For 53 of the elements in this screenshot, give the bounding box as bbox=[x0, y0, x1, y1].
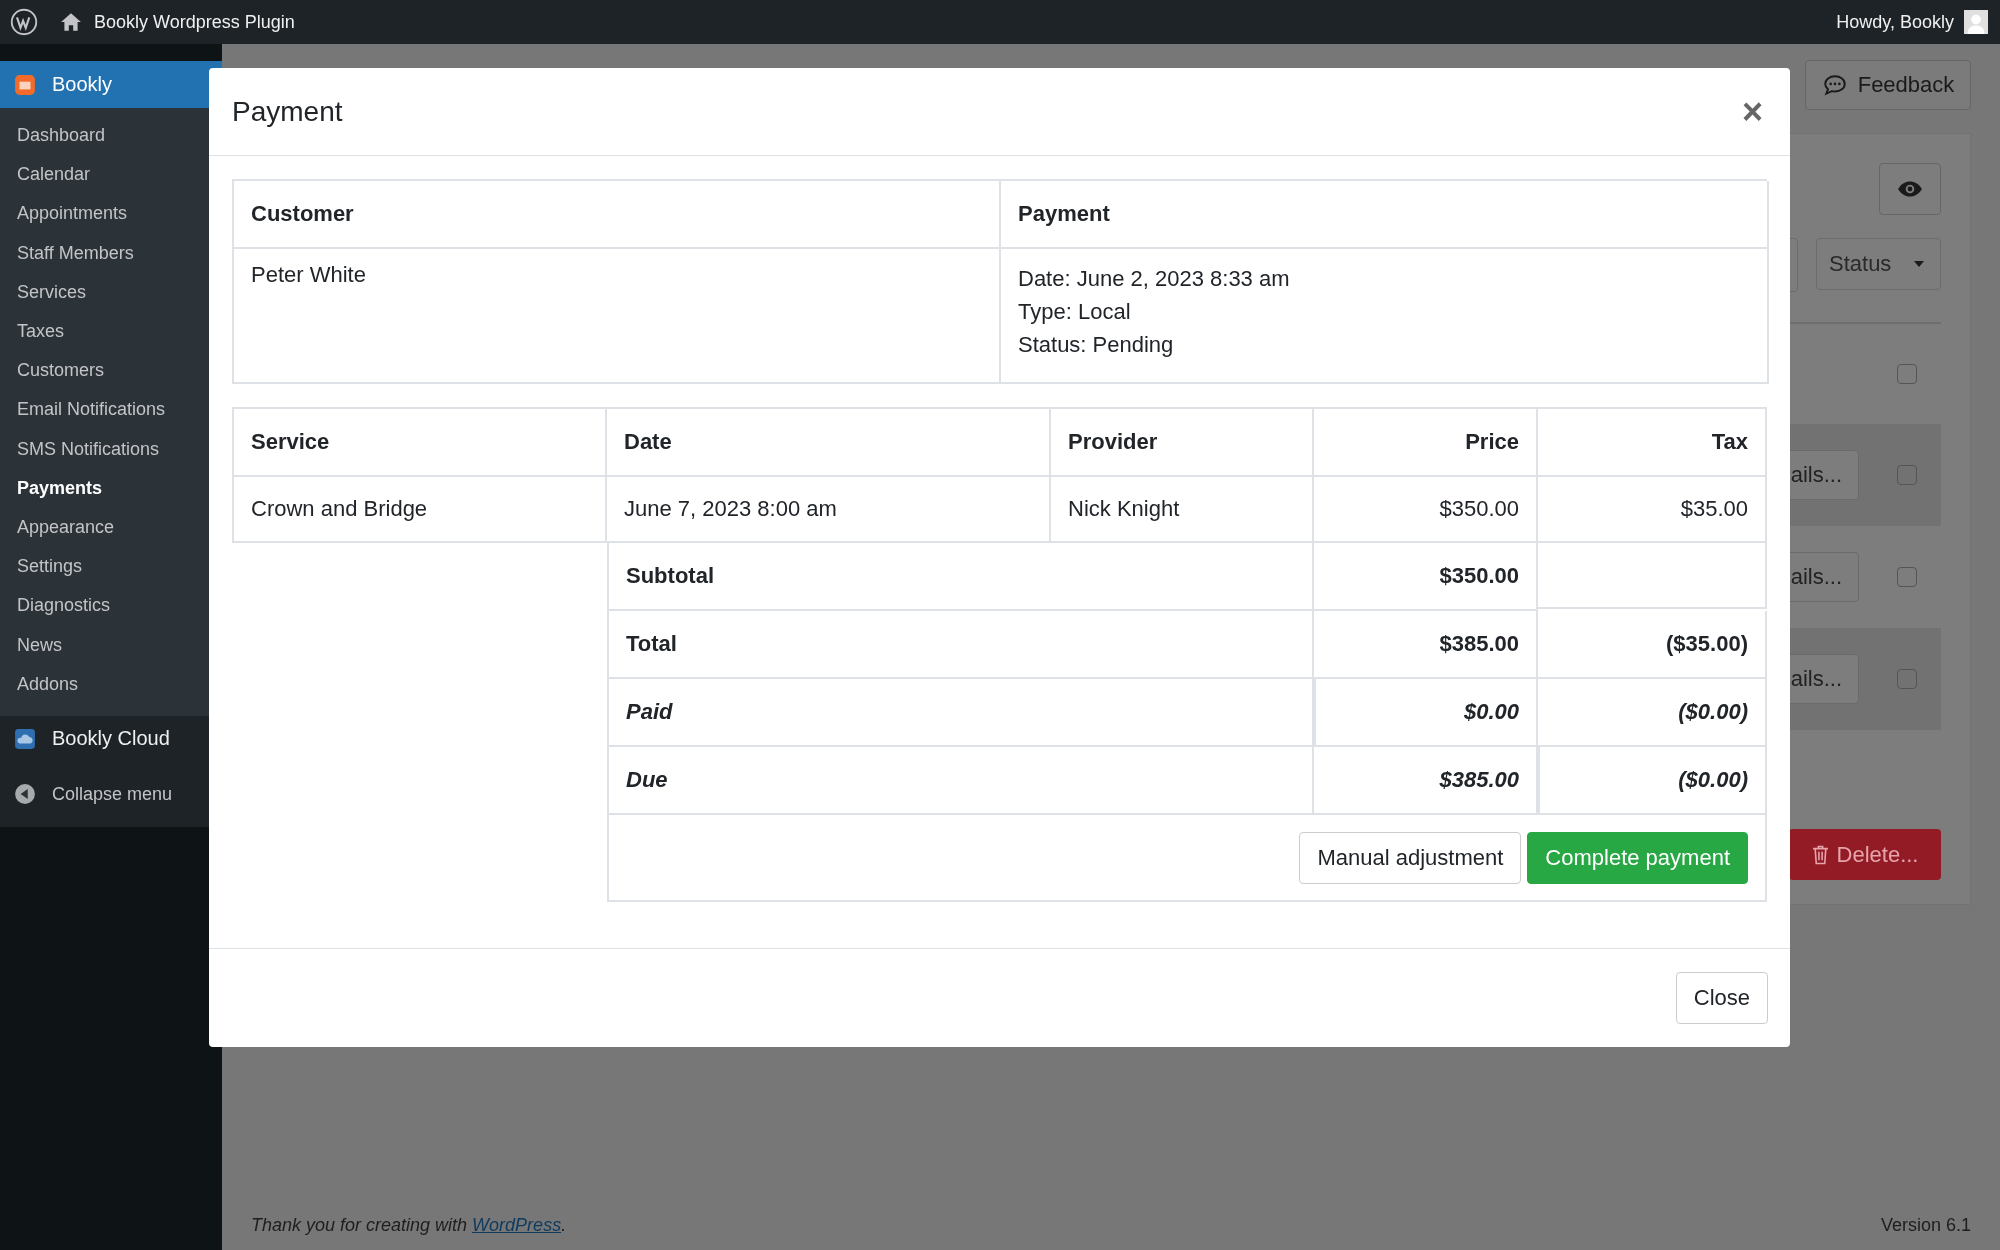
table-cell: $350.00 bbox=[1314, 543, 1538, 611]
table-cell: Paid bbox=[607, 679, 1314, 747]
table-cell: Peter White bbox=[234, 249, 1001, 384]
footer-credit: Thank you for creating with WordPress. bbox=[251, 1215, 567, 1236]
site-name-link[interactable]: Bookly Wordpress Plugin bbox=[94, 11, 295, 33]
table-cell: $385.00 bbox=[1314, 747, 1538, 815]
feedback-button[interactable]: Feedback bbox=[1805, 60, 1971, 110]
wordpress-logo-icon[interactable] bbox=[10, 8, 38, 36]
payment-detail-text: Status: Pending bbox=[1018, 331, 1174, 359]
row-checkbox[interactable] bbox=[1897, 567, 1917, 587]
left-arrow-circle-icon bbox=[14, 783, 36, 806]
avatar-icon[interactable] bbox=[1964, 10, 1988, 34]
table-cell: $0.00 bbox=[1314, 679, 1538, 747]
row-checkbox[interactable] bbox=[1897, 669, 1917, 689]
table-cell: Crown and Bridge bbox=[232, 477, 607, 543]
column-header: Date bbox=[607, 409, 1051, 477]
column-header: Price bbox=[1314, 409, 1538, 477]
table-cell: Total bbox=[607, 611, 1314, 679]
dialog-title: Payment bbox=[232, 95, 343, 128]
chat-bubble-icon bbox=[1821, 72, 1848, 98]
table-cell: ($0.00) bbox=[1538, 747, 1767, 815]
trash-icon bbox=[1811, 844, 1829, 865]
calendar-icon bbox=[14, 73, 36, 96]
greeting-text[interactable]: Howdy, Bookly bbox=[1836, 11, 1954, 33]
close-button[interactable]: × bbox=[1737, 93, 1767, 130]
table-cell: $350.00 bbox=[1314, 477, 1538, 543]
row-checkbox[interactable] bbox=[1897, 465, 1917, 485]
table-cell: Subtotal bbox=[607, 543, 1314, 611]
eye-icon bbox=[1897, 180, 1923, 198]
column-header: Tax bbox=[1538, 409, 1767, 477]
table-cell: ($0.00) bbox=[1538, 679, 1767, 747]
caret-icon bbox=[1914, 261, 1924, 267]
column-header: Provider bbox=[1051, 409, 1314, 477]
payment-detail-text: Date: June 2, 2023 8:33 am bbox=[1018, 265, 1290, 293]
manual-adjustment-button[interactable]: Manual adjustment bbox=[1299, 831, 1522, 884]
column-header: Service bbox=[232, 409, 607, 477]
table-cell: $385.00 bbox=[1314, 611, 1538, 679]
table-cell: ($35.00) bbox=[1538, 611, 1767, 679]
delete-button[interactable]: Delete... bbox=[1789, 829, 1941, 880]
payment-detail-text: Type: Local bbox=[1018, 298, 1131, 326]
view-button[interactable] bbox=[1879, 163, 1941, 215]
select-all-checkbox[interactable] bbox=[1897, 364, 1917, 384]
close-dialog-button[interactable]: Close bbox=[1675, 972, 1768, 1024]
table-cell: $35.00 bbox=[1538, 477, 1767, 543]
table-cell: June 7, 2023 8:00 am bbox=[607, 477, 1051, 543]
cloud-icon bbox=[14, 727, 36, 750]
table-cell: Nick Knight bbox=[1051, 477, 1314, 543]
table-cell: Due bbox=[607, 747, 1314, 815]
bookly-menu-item[interactable]: Bookly bbox=[0, 61, 222, 108]
column-header: Customer bbox=[234, 181, 1001, 249]
version-text: Version 6.1 bbox=[1880, 1215, 1971, 1236]
column-header: Payment bbox=[1001, 181, 1769, 249]
home-icon[interactable] bbox=[60, 11, 82, 33]
